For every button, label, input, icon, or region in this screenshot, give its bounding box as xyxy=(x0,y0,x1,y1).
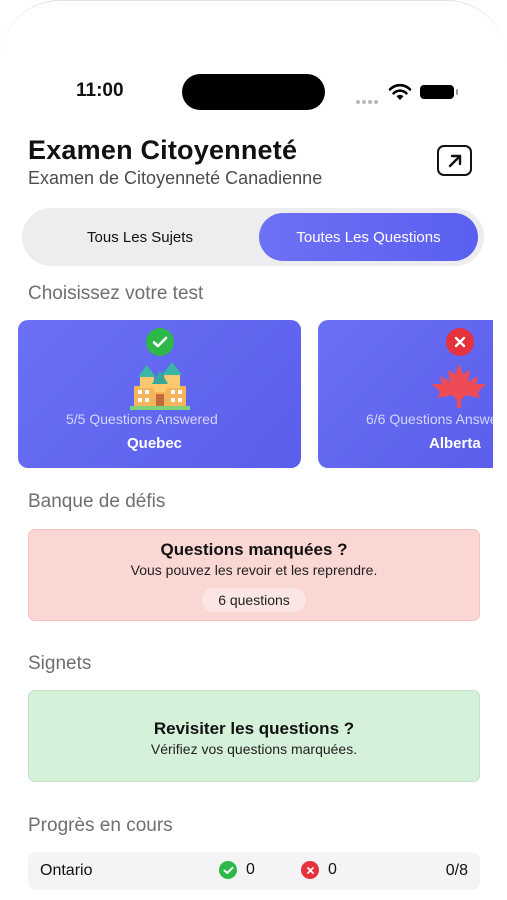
device-frame xyxy=(0,0,507,60)
progress-incorrect-count: 0 xyxy=(328,861,337,878)
chateau-frontenac-icon xyxy=(130,362,190,410)
signal-dots-icon xyxy=(356,91,380,104)
segment-all-subjects[interactable]: Tous Les Sujets xyxy=(22,208,258,266)
card-name: Quebec xyxy=(127,435,183,452)
check-icon xyxy=(219,861,237,879)
bookmarks-card[interactable]: Revisiter les questions ? Vérifiez vos q… xyxy=(28,690,480,782)
progress-correct: 0 xyxy=(219,861,255,879)
challenge-section-title: Banque de défis xyxy=(28,491,166,512)
missed-questions-card[interactable]: Questions manquées ? Vous pouvez les rev… xyxy=(28,529,480,621)
incorrect-badge-icon xyxy=(446,328,474,356)
card-count-label: 5/5 Questions Answered xyxy=(66,411,218,427)
progress-row-ontario[interactable]: Ontario 0 0 0/8 xyxy=(28,852,480,890)
bookmarks-subtitle: Vérifiez vos questions marquées. xyxy=(150,741,358,757)
status-bar: 11:00 xyxy=(0,72,507,112)
segmented-control: Tous Les Sujets Toutes Les Questions xyxy=(22,208,484,266)
missed-questions-count: 6 questions xyxy=(202,588,306,612)
missed-questions-subtitle: Vous pouvez les revoir et les reprendre. xyxy=(130,562,378,578)
cross-icon xyxy=(301,861,319,879)
missed-questions-title: Questions manquées ? xyxy=(160,540,348,559)
progress-section-title: Progrès en cours xyxy=(28,815,173,836)
test-card-quebec[interactable]: 5/5 Questions Answered Quebec xyxy=(18,320,301,468)
test-card-alberta[interactable]: 6/6 Questions Answered Alberta xyxy=(318,320,493,468)
bookmarks-section-title: Signets xyxy=(28,653,92,674)
battery-icon xyxy=(420,85,458,99)
progress-incorrect: 0 xyxy=(301,861,337,879)
dynamic-island xyxy=(182,74,325,110)
status-time: 11:00 xyxy=(76,80,124,101)
page-title: Examen Citoyenneté xyxy=(28,135,298,165)
page-subtitle: Examen de Citoyenneté Canadienne xyxy=(28,168,323,188)
tests-section-title: Choisissez votre test xyxy=(28,283,204,304)
page-header: Examen Citoyenneté Examen de Citoyenneté… xyxy=(28,135,478,189)
correct-badge-icon xyxy=(146,328,174,356)
maple-leaf-icon xyxy=(432,364,486,408)
card-count-label: 6/6 Questions Answered xyxy=(366,411,493,427)
segment-all-questions[interactable]: Toutes Les Questions xyxy=(259,213,478,261)
progress-correct-count: 0 xyxy=(246,861,255,878)
bookmarks-title: Revisiter les questions ? xyxy=(153,719,355,738)
progress-total: 0/8 xyxy=(445,862,468,879)
status-icons xyxy=(356,81,466,104)
share-button[interactable] xyxy=(437,145,472,176)
wifi-icon xyxy=(388,83,412,100)
progress-row-name: Ontario xyxy=(40,862,93,879)
card-name: Alberta xyxy=(429,435,481,452)
external-link-icon xyxy=(448,154,461,167)
